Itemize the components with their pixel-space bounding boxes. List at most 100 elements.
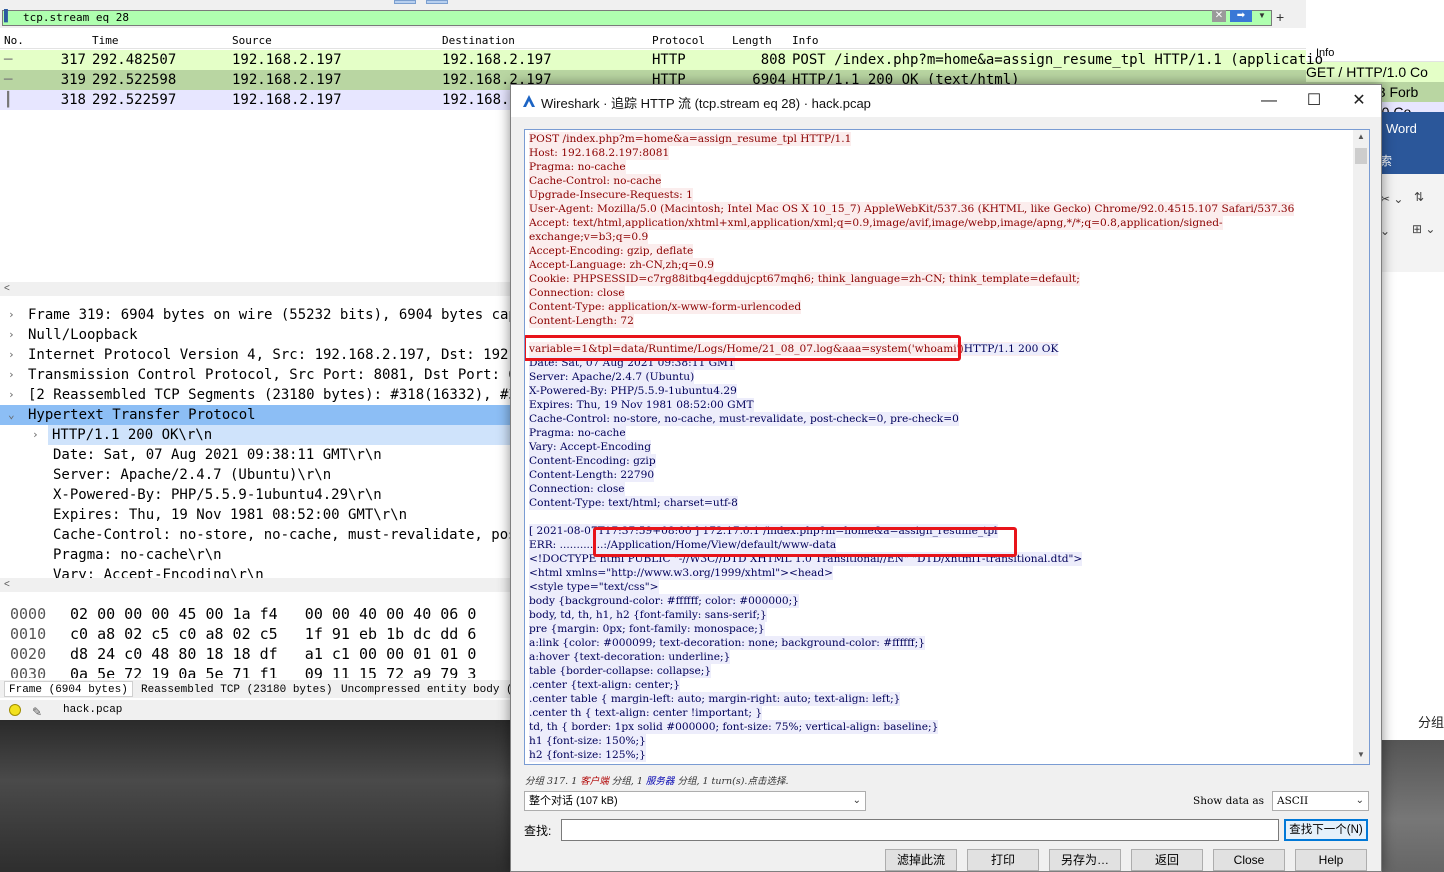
status-indicator-icon[interactable] (9, 704, 21, 716)
packet-time: 292.522597 (92, 92, 177, 108)
packet-no: 319 (60, 72, 86, 88)
col-protocol[interactable]: Protocol (652, 34, 705, 47)
detail-row[interactable]: Expires: Thu, 19 Nov 1981 08:52:00 GMT\r… (0, 505, 520, 525)
client-line: exchange;v=b3;q=0.9 (529, 230, 649, 244)
server-line: h1 {font-size: 150%;} (529, 734, 646, 748)
col-info[interactable]: Info (792, 34, 819, 47)
show-data-select[interactable]: ASCII ⌄ (1272, 791, 1369, 811)
minimize-icon[interactable]: — (1249, 89, 1289, 113)
find-input[interactable] (561, 819, 1279, 841)
detail-row[interactable]: Vary: Accept-Encoding\r\n (0, 565, 520, 578)
detail-text: Transmission Control Protocol, Src Port:… (28, 367, 520, 383)
stream-scrollbar[interactable]: ▲ ▼ (1353, 130, 1369, 764)
detail-row[interactable]: Cache-Control: no-store, no-cache, must-… (0, 525, 520, 545)
detail-row[interactable]: ⌄ Hypertext Transfer Protocol (0, 405, 520, 425)
server-line: Vary: Accept-Encoding (529, 440, 652, 454)
help-button[interactable]: Help (1295, 849, 1367, 871)
client-line: Accept-Language: zh-CN,zh;q=0.9 (529, 258, 715, 272)
tab-uncompressed[interactable]: Uncompressed entity body (10 (336, 681, 531, 697)
chevron-down-icon[interactable]: ▼ (1258, 10, 1268, 22)
maximize-icon[interactable]: ☐ (1294, 89, 1334, 113)
collapse-icon[interactable]: › (8, 365, 20, 385)
detail-row[interactable]: › HTTP/1.1 200 OK\r\n (32, 425, 510, 445)
close-icon[interactable]: ✕ (1339, 89, 1379, 113)
detail-text: Hypertext Transfer Protocol (28, 407, 256, 423)
scroll-up-icon[interactable]: ▲ (1353, 132, 1369, 144)
collapse-icon[interactable]: › (32, 425, 44, 445)
collapse-icon[interactable]: › (8, 325, 20, 345)
ribbon-icon[interactable]: ✂ ⌄ (1380, 192, 1403, 206)
detail-row[interactable]: › Null/Loopback (0, 325, 520, 345)
back-button[interactable]: 返回 (1131, 849, 1203, 871)
find-next-button[interactable]: 查找下一个(N) (1284, 819, 1368, 841)
wireshark-icon (523, 95, 535, 107)
word-ribbon[interactable]: ✂ ⌄ ⇅ ⌄ ⊞ ⌄ (1374, 174, 1444, 272)
collapse-icon[interactable]: › (8, 305, 20, 325)
detail-row[interactable]: Date: Sat, 07 Aug 2021 09:38:11 GMT\r\n (0, 445, 520, 465)
background-label: 分组 (1418, 715, 1444, 730)
add-filter-icon[interactable]: + (1276, 8, 1290, 26)
server-line: body {background-color: #ffffff; color: … (529, 594, 799, 608)
detail-text: HTTP/1.1 200 OK\r\n (52, 427, 213, 443)
client-line: Cache-Control: no-cache (529, 174, 662, 188)
conversation-select[interactable]: 整个对话 (107 kB) ⌄ (524, 791, 866, 811)
detail-row[interactable]: › [2 Reassembled TCP Segments (23180 byte… (0, 385, 520, 405)
apply-arrow-icon[interactable]: ➡ (1230, 10, 1252, 22)
col-source[interactable]: Source (232, 34, 272, 47)
detail-row[interactable]: › Frame 319: 6904 bytes on wire (55232 bi… (0, 305, 520, 325)
col-destination[interactable]: Destination (442, 34, 515, 47)
toolbar-button[interactable] (394, 0, 416, 4)
byte-offset: 0010 (10, 625, 47, 643)
byte-offset: 0030 (10, 665, 47, 678)
detail-row[interactable]: Server: Apache/2.4.7 (Ubuntu)\r\n (0, 465, 520, 485)
server-line: a:link {color: #000099; text-decoration:… (529, 636, 925, 650)
clear-icon[interactable]: ✕ (1212, 10, 1226, 22)
collapse-icon[interactable]: › (8, 345, 20, 365)
client-line: POST /index.php?m=home&a=assign_resume_t… (529, 132, 852, 146)
stream-content[interactable]: POST /index.php?m=home&a=assign_resume_t… (524, 129, 1370, 765)
toolbar-button[interactable] (426, 0, 448, 4)
main-toolbar (0, 0, 1306, 8)
packet-list-header: No. Time Source Destination Protocol Len… (0, 31, 1306, 49)
filter-out-button[interactable]: 滤掉此流 (885, 849, 957, 871)
details-scrollbar[interactable]: < (0, 578, 520, 592)
detail-row[interactable]: X-Powered-By: PHP/5.5.9-1ubuntu4.29\r\n (0, 485, 520, 505)
detail-text: Vary: Accept-Encoding\r\n (53, 567, 264, 578)
show-data-value: ASCII (1277, 795, 1309, 807)
packet-source: 192.168.2.197 (232, 52, 342, 68)
detail-text: Server: Apache/2.4.7 (Ubuntu)\r\n (53, 467, 332, 483)
col-no[interactable]: No. (4, 34, 24, 47)
info-row[interactable]: GET / HTTP/1.0 Co (1306, 62, 1444, 82)
detail-text: Frame 319: 6904 bytes on wire (55232 bit… (28, 307, 520, 323)
detail-row[interactable]: › Transmission Control Protocol, Src Port… (0, 365, 520, 385)
packet-row[interactable]: ─ 317 292.482507 192.168.2.197 192.168.2.197… (0, 50, 1323, 70)
byte-offset: 0020 (10, 645, 47, 663)
bookmark-icon[interactable]: ▌ (4, 10, 14, 22)
scroll-thumb[interactable] (1355, 148, 1367, 164)
server-line: pre {margin: 0px; font-family: monospace… (529, 622, 765, 636)
packet-details-pane: › Frame 319: 6904 bytes on wire (55232 bi… (0, 303, 520, 578)
expand-icon[interactable]: ⌄ (8, 405, 20, 425)
tab-reassembled[interactable]: Reassembled TCP (23180 bytes) (136, 681, 338, 697)
packet-list-scrollbar[interactable]: < (0, 282, 520, 296)
word-title-bar[interactable]: Word 索 (1374, 112, 1444, 174)
detail-row[interactable]: › Internet Protocol Version 4, Src: 192.1… (0, 345, 520, 365)
col-length[interactable]: Length (732, 34, 772, 47)
tab-frame[interactable]: Frame (6904 bytes) (4, 681, 133, 697)
display-filter-input[interactable]: tcp.stream eq 28 (2, 10, 1272, 26)
server-response-start: HTTP/1.1 200 OK (963, 343, 1059, 355)
sort-icon[interactable]: ⇅ (1414, 190, 1424, 204)
scroll-down-icon[interactable]: ▼ (1353, 750, 1369, 762)
client-line: Content-Length: 72 (529, 314, 634, 328)
col-time[interactable]: Time (92, 34, 119, 47)
save-as-button[interactable]: 另存为… (1049, 849, 1121, 871)
detail-row[interactable]: Pragma: no-cache\r\n (0, 545, 520, 565)
dialog-title-bar[interactable]: Wireshark · 追踪 HTTP 流 (tcp.stream eq 28)… (511, 85, 1381, 117)
related-packet-icon: ─ (4, 52, 13, 68)
print-button[interactable]: 打印 (967, 849, 1039, 871)
collapse-icon[interactable]: › (8, 385, 20, 405)
desktop-background (0, 720, 520, 872)
close-button[interactable]: Close (1213, 849, 1285, 871)
grid-icon[interactable]: ⊞ ⌄ (1412, 222, 1435, 236)
edit-comment-icon[interactable]: ✎ (32, 702, 42, 722)
